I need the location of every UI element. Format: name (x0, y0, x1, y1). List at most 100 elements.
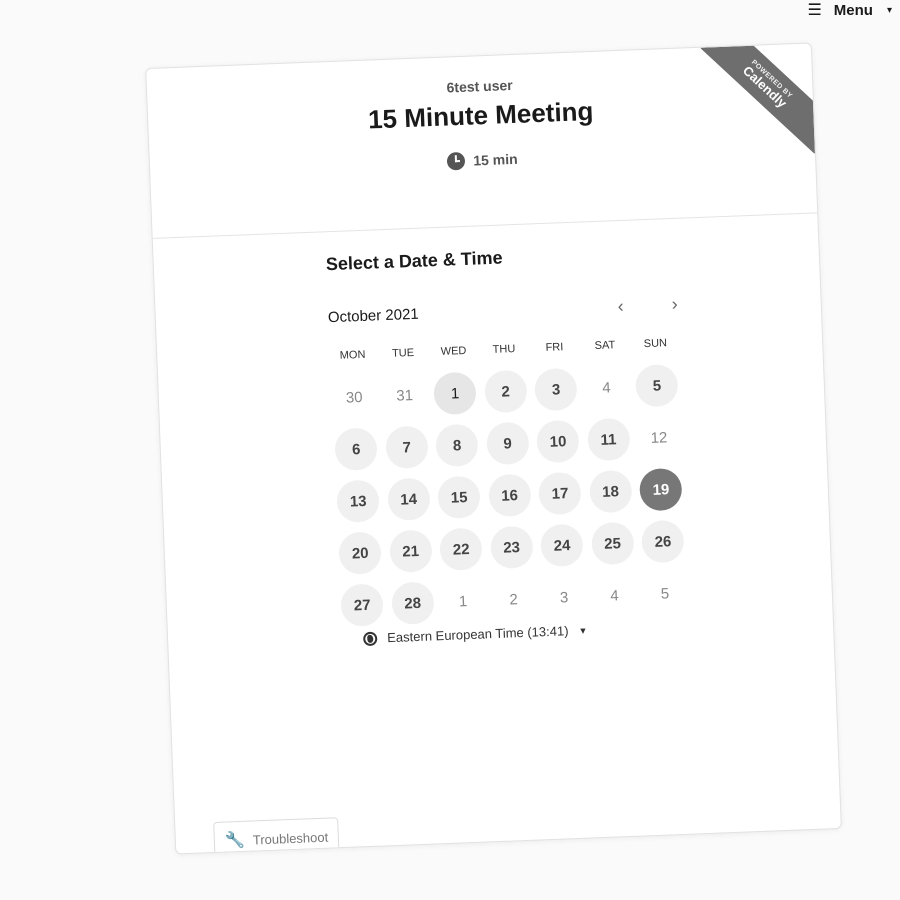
calendar-day-number: 1 (458, 592, 468, 610)
calendar-day[interactable]: 2 (480, 369, 532, 414)
calendar-day: 2 (488, 577, 540, 621)
calendar-day-number[interactable]: 1 (433, 371, 477, 416)
calendar-day-number[interactable]: 27 (340, 583, 384, 627)
calendar-day[interactable]: 9 (482, 421, 534, 466)
calendar-day-number[interactable]: 10 (536, 419, 580, 464)
calendar-day-number[interactable]: 6 (334, 427, 379, 472)
weekday-label: MON (339, 348, 366, 362)
booking-card: POWERED BY Calendly 6test user 15 Minute… (145, 42, 842, 855)
calendar-day: 3 (538, 575, 590, 619)
calendar-day: 31 (379, 373, 431, 417)
calendar-day[interactable]: 27 (336, 583, 388, 627)
calendar-day[interactable]: 18 (584, 469, 636, 514)
calendar-day-number: 2 (509, 590, 519, 608)
ribbon-brand-text: Calendly (739, 62, 790, 111)
calendar-day[interactable]: 24 (536, 523, 588, 568)
calendar-day-number[interactable]: 25 (590, 521, 635, 566)
calendar-day-number: 5 (660, 584, 670, 603)
calendar-day-number[interactable]: 15 (437, 475, 481, 520)
calendar-day[interactable]: 11 (582, 417, 634, 462)
calendar-day-number[interactable]: 23 (489, 525, 534, 570)
calendar-day[interactable]: 14 (383, 477, 435, 522)
calendar-day-number: 3 (559, 588, 569, 607)
calendar-grid: 30 31 1 2 3 4 5 6 7 8 9 10 11 12 13 14 15 16 17 18 19 20 21 22 2… (328, 359, 691, 632)
calendar-day[interactable]: 28 (387, 581, 439, 625)
chevron-left-icon[interactable]: ‹ (612, 296, 629, 318)
powered-by-ribbon[interactable]: POWERED BY Calendly (700, 43, 815, 157)
calendar-day-number[interactable]: 21 (388, 529, 433, 574)
calendar-day[interactable]: 7 (381, 425, 433, 470)
selected-date[interactable]: 19 (635, 467, 687, 512)
calendar-day-number[interactable]: 5 (635, 363, 679, 408)
calendar-day[interactable]: 25 (586, 521, 638, 566)
calendar-day[interactable]: 26 (637, 519, 689, 564)
troubleshoot-button[interactable]: 🔧 Troubleshoot (213, 817, 340, 855)
calendar-day-number[interactable]: 17 (538, 471, 582, 516)
month-row: October 2021 ‹ › (327, 294, 683, 329)
wrench-icon: 🔧 (224, 831, 246, 850)
globe-icon (362, 631, 378, 646)
calendar-day[interactable]: 8 (431, 423, 483, 468)
top-menu[interactable]: ☰ Menu ▾ (807, 0, 900, 20)
calendar-day[interactable]: 10 (532, 419, 584, 464)
calendar-day[interactable]: 22 (435, 527, 487, 572)
calendar-day[interactable]: 20 (334, 531, 386, 575)
calendar-day-number: 4 (610, 586, 620, 605)
calendar-day-number[interactable]: 19 (639, 467, 683, 512)
calendar-day-number[interactable]: 26 (641, 519, 685, 564)
calendar-day-number[interactable]: 20 (338, 531, 382, 575)
calendar: MON TUE WED THU FRI SAT SUN 30 31 1 2 3 4 5 6 7 8 9 10 11 1… (327, 337, 691, 632)
calendar-day-number: 30 (345, 388, 363, 407)
chevron-down-icon[interactable]: ▾ (887, 5, 892, 16)
calendar-day-number: 4 (602, 378, 612, 397)
hamburger-icon[interactable]: ☰ (807, 0, 821, 20)
calendar-day-number: 31 (396, 386, 414, 405)
weekday-label: SUN (643, 337, 668, 351)
calendar-day: 5 (639, 572, 691, 616)
calendar-day[interactable]: 1 (429, 371, 481, 416)
troubleshoot-label: Troubleshoot (252, 829, 329, 847)
caret-down-icon: ▼ (578, 624, 588, 636)
clock-icon (446, 151, 466, 171)
weekday-label: WED (440, 344, 467, 358)
calendar-day-number[interactable]: 3 (534, 367, 578, 412)
calendar-day-number[interactable]: 8 (435, 423, 479, 468)
weekday-label: SAT (594, 339, 616, 353)
month-nav: ‹ › (612, 294, 683, 318)
booking-card-wrapper: POWERED BY Calendly 6test user 15 Minute… (145, 42, 842, 855)
calendar-day-number[interactable]: 18 (588, 469, 633, 514)
calendar-day[interactable]: 21 (385, 529, 437, 574)
weekday-label: THU (492, 343, 516, 356)
calendar-day: 12 (633, 416, 685, 460)
calendar-day-number[interactable]: 9 (485, 421, 530, 466)
section-title: Select a Date & Time (325, 247, 503, 275)
calendar-day-number[interactable]: 16 (487, 473, 532, 518)
calendar-day: 30 (328, 375, 380, 419)
calendar-day-number: 12 (650, 428, 668, 447)
calendar-day[interactable]: 3 (530, 367, 582, 412)
calendar-day-number[interactable]: 28 (390, 581, 435, 625)
calendar-day[interactable]: 15 (433, 475, 485, 520)
calendar-day[interactable]: 13 (332, 479, 384, 523)
calendar-day[interactable]: 23 (486, 525, 538, 570)
calendar-day[interactable]: 5 (631, 363, 683, 408)
calendar-day: 1 (437, 579, 489, 623)
calendar-day-number[interactable]: 7 (384, 425, 429, 470)
calendar-day-number[interactable]: 14 (386, 477, 431, 522)
calendar-day-number[interactable]: 11 (586, 417, 631, 462)
calendar-day-number[interactable]: 2 (483, 369, 528, 414)
calendar-day[interactable]: 17 (534, 471, 586, 516)
calendar-day-number[interactable]: 22 (439, 527, 483, 572)
calendar-day-number[interactable]: 24 (540, 523, 584, 568)
weekday-label: TUE (391, 346, 415, 360)
calendar-day[interactable]: 16 (484, 473, 536, 518)
duration-label: 15 min (472, 150, 518, 169)
calendar-day: 4 (580, 366, 632, 410)
calendar-day[interactable]: 6 (330, 427, 382, 472)
month-label: October 2021 (327, 305, 420, 327)
weekday-label: FRI (545, 341, 564, 354)
calendar-day-number[interactable]: 13 (336, 479, 381, 523)
calendar-day: 4 (588, 573, 640, 617)
menu-label[interactable]: Menu (834, 2, 873, 19)
chevron-right-icon[interactable]: › (666, 294, 683, 316)
